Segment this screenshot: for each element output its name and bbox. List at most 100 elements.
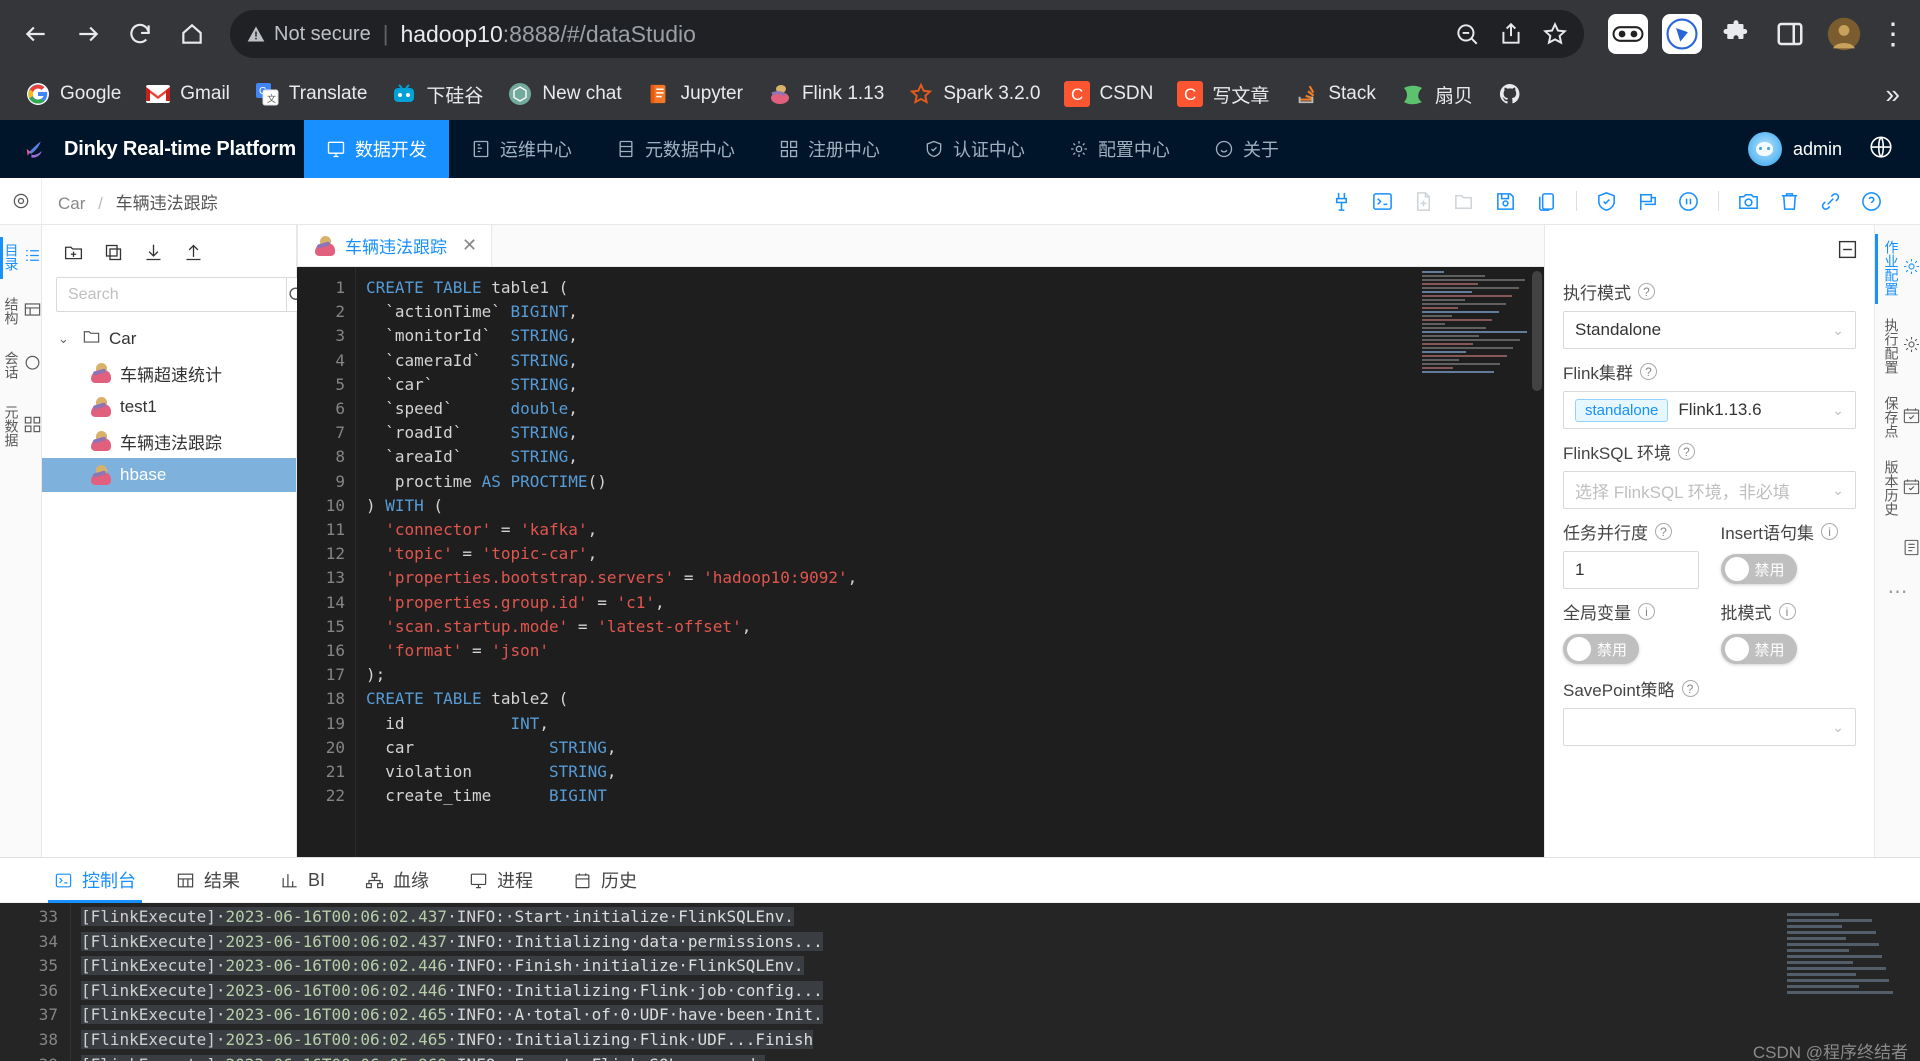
- bookmark-stack[interactable]: Stack: [1284, 75, 1385, 113]
- flinksql-env-select[interactable]: 选择 FlinkSQL 环境，非必填 ⌄: [1563, 471, 1856, 509]
- ext-browser-icon[interactable]: [1662, 14, 1702, 54]
- tree-leaf-item-selected[interactable]: hbase: [42, 458, 296, 492]
- submit-job-button[interactable]: [1627, 181, 1668, 222]
- home-button[interactable]: [168, 10, 216, 58]
- address-bar[interactable]: Not secure | hadoop10:8888/#/dataStudio: [230, 10, 1584, 58]
- insert-set-toggle[interactable]: 禁用: [1720, 554, 1797, 584]
- forward-button[interactable]: [64, 10, 112, 58]
- rail-item-structure[interactable]: 结构: [0, 287, 42, 337]
- format-button[interactable]: [1321, 181, 1362, 222]
- editor-tab[interactable]: 车辆违法跟踪 ✕: [297, 224, 493, 266]
- bookmark-spark[interactable]: Spark 3.2.0: [899, 75, 1049, 113]
- open-folder-button[interactable]: [1444, 181, 1485, 222]
- app-logo[interactable]: Dinky Real-time Platform: [0, 134, 304, 164]
- bookmark-translate[interactable]: G文 Translate: [245, 75, 377, 113]
- security-indicator[interactable]: Not secure: [246, 23, 371, 46]
- parallelism-input[interactable]: 1: [1563, 551, 1699, 589]
- collapse-all-button[interactable]: [96, 237, 130, 267]
- language-switch-button[interactable]: [1868, 134, 1894, 165]
- console-tab-console[interactable]: 控制台: [34, 858, 156, 903]
- global-var-toggle[interactable]: 禁用: [1563, 634, 1640, 664]
- rrail-item-document[interactable]: [1875, 529, 1920, 571]
- code-editor[interactable]: 1 2 3 4 5 6 7 8 9 10 11 12 13 14 15 16 17 18 19 20 21 22 CREA…: [297, 267, 1544, 857]
- tree-leaf-item[interactable]: 车辆违法跟踪: [42, 424, 296, 458]
- rail-item-metadata[interactable]: 元数据: [0, 395, 42, 459]
- bookmark-github[interactable]: [1488, 75, 1532, 113]
- console-tab-history[interactable]: 历史: [553, 858, 657, 903]
- info-icon[interactable]: i: [1821, 523, 1839, 540]
- batch-mode-toggle[interactable]: 禁用: [1720, 634, 1797, 664]
- ext-puzzle-icon[interactable]: [1716, 14, 1756, 54]
- editor-code-content[interactable]: CREATE TABLE table1 ( `actionTime` BIGIN…: [355, 267, 1414, 857]
- close-icon[interactable]: ✕: [462, 235, 477, 256]
- side-panel-icon[interactable]: [1770, 14, 1810, 54]
- profile-avatar-icon[interactable]: [1824, 14, 1864, 54]
- nav-item-auth[interactable]: 认证中心: [902, 120, 1047, 178]
- user-menu[interactable]: admin: [1747, 132, 1842, 166]
- star-icon[interactable]: [1542, 21, 1568, 47]
- savepoint-select[interactable]: ⌄: [1563, 708, 1856, 746]
- rrail-item-exec-config[interactable]: 执行配置: [1875, 309, 1920, 385]
- rrail-more-button[interactable]: ⋯: [1888, 579, 1908, 604]
- nav-item-metadata[interactable]: 元数据中心: [594, 120, 757, 178]
- console-minimap[interactable]: [1787, 913, 1902, 994]
- bookmark-csdn[interactable]: C CSDN: [1055, 75, 1162, 113]
- help-icon[interactable]: ?: [1655, 523, 1672, 540]
- info-icon[interactable]: i: [1638, 603, 1655, 620]
- back-button[interactable]: [12, 10, 60, 58]
- help-button[interactable]: [1851, 181, 1892, 222]
- exec-mode-select[interactable]: Standalone ⌄: [1563, 311, 1856, 349]
- run-console-button[interactable]: [1362, 181, 1403, 222]
- export-button[interactable]: [176, 237, 210, 267]
- import-button[interactable]: [136, 237, 170, 267]
- rrail-item-version-history[interactable]: 版本历史: [1875, 451, 1920, 527]
- bookmark-flink[interactable]: Flink 1.13: [758, 75, 893, 113]
- reload-button[interactable]: [116, 10, 164, 58]
- save-button[interactable]: [1485, 181, 1526, 222]
- copy-button[interactable]: [1526, 181, 1567, 222]
- delete-button[interactable]: [1769, 181, 1810, 222]
- bookmark-new-chat[interactable]: New chat: [498, 75, 630, 113]
- rail-item-catalog[interactable]: 目录: [0, 233, 42, 283]
- editor-scrollbar[interactable]: [1530, 267, 1544, 857]
- minimap[interactable]: [1422, 271, 1532, 386]
- bookmarks-overflow-button[interactable]: »: [1886, 79, 1904, 110]
- help-icon[interactable]: ?: [1639, 363, 1657, 380]
- pause-button[interactable]: [1668, 181, 1709, 222]
- nav-item-ops[interactable]: 运维中心: [449, 120, 594, 178]
- tree-leaf-item[interactable]: 车辆超速统计: [42, 356, 296, 390]
- console-log-content[interactable]: [FlinkExecute]·2023-06-16T00:06:02.437·I…: [70, 903, 1920, 1061]
- zoom-out-icon[interactable]: [1454, 21, 1480, 47]
- chevron-down-icon[interactable]: ⌄: [58, 331, 74, 347]
- help-icon[interactable]: ?: [1678, 443, 1696, 460]
- pin-button[interactable]: [0, 178, 42, 224]
- tree-node-root[interactable]: ⌄ Car: [42, 322, 296, 356]
- bookmark-gmail[interactable]: Gmail: [136, 75, 239, 113]
- collapse-panel-button[interactable]: [1837, 239, 1858, 265]
- help-icon[interactable]: ?: [1681, 680, 1699, 697]
- bookmark-jupyter[interactable]: Jupyter: [637, 75, 752, 113]
- link-button[interactable]: [1810, 181, 1851, 222]
- search-input[interactable]: [56, 277, 286, 312]
- rail-item-session[interactable]: 会话: [0, 341, 42, 391]
- browser-menu-button[interactable]: ⋮: [1878, 19, 1908, 49]
- help-icon[interactable]: ?: [1638, 283, 1655, 300]
- share-icon[interactable]: [1498, 21, 1524, 47]
- new-file-button[interactable]: [1403, 181, 1444, 222]
- ext-screen-recorder-icon[interactable]: [1608, 14, 1648, 54]
- breadcrumb-root[interactable]: Car: [58, 194, 85, 213]
- nav-item-about[interactable]: 关于: [1192, 120, 1301, 178]
- bookmark-write-article[interactable]: C 写文章: [1168, 75, 1278, 114]
- check-sql-button[interactable]: [1586, 181, 1627, 222]
- rrail-item-savepoint[interactable]: 保存点: [1875, 387, 1920, 449]
- nav-item-data-dev[interactable]: 数据开发: [303, 120, 449, 178]
- scrollbar-thumb[interactable]: [1532, 271, 1542, 391]
- new-folder-button[interactable]: [56, 237, 90, 267]
- console-tab-process[interactable]: 进程: [449, 858, 553, 903]
- console-tab-lineage[interactable]: 血缘: [345, 858, 449, 903]
- console-tab-bi[interactable]: BI: [260, 858, 345, 903]
- console-log-area[interactable]: 33343536373839 [FlinkExecute]·2023-06-16…: [0, 903, 1920, 1061]
- tree-leaf-item[interactable]: test1: [42, 390, 296, 424]
- bookmark-shanbay[interactable]: 扇贝: [1391, 75, 1482, 114]
- console-tab-result[interactable]: 结果: [156, 858, 260, 903]
